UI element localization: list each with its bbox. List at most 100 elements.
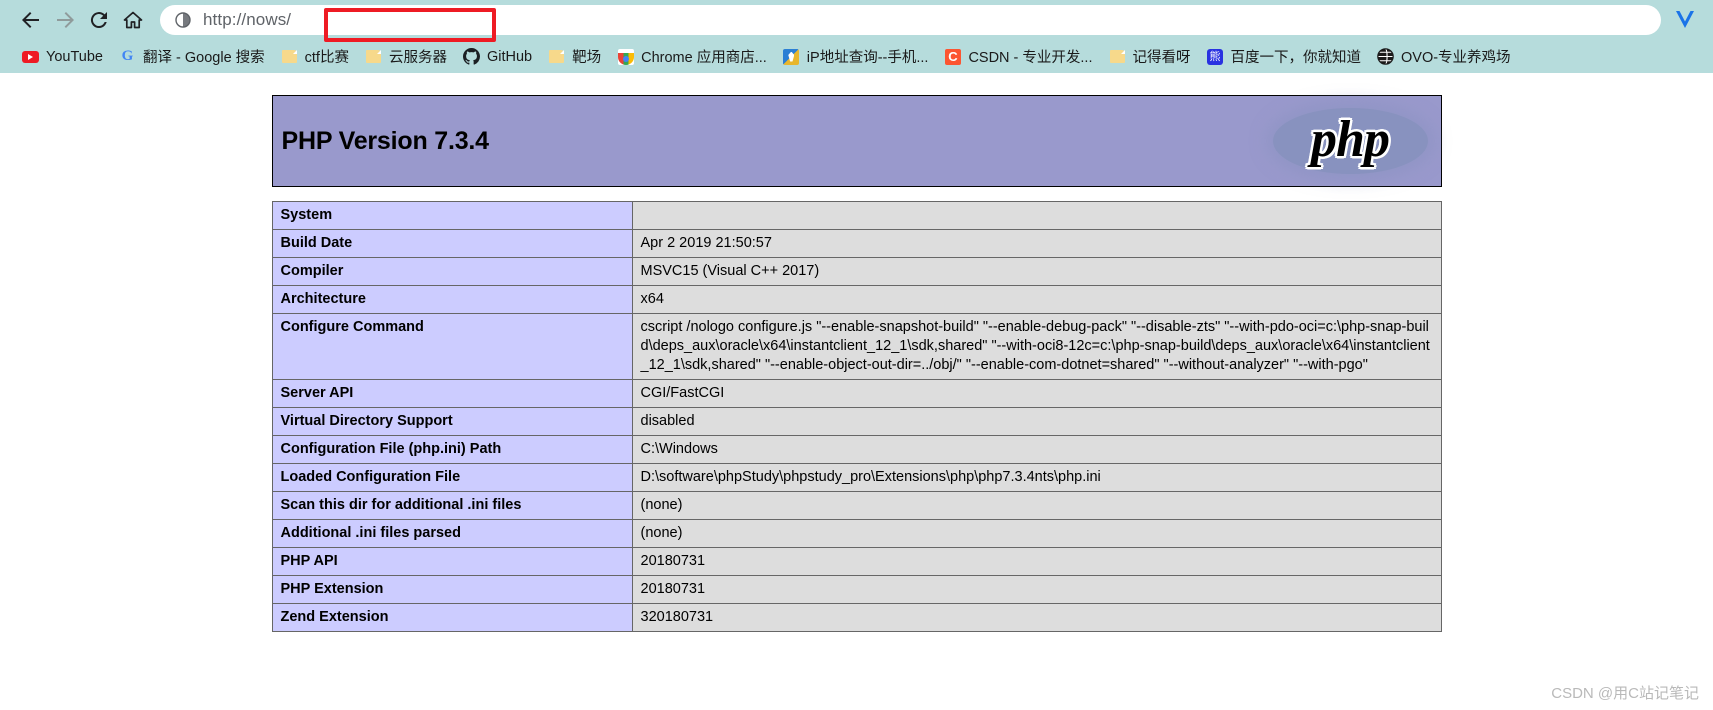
forward-arrow-icon	[57, 12, 74, 28]
row-key: PHP API	[271, 547, 633, 576]
bookmark-ctf[interactable]: ctf比赛	[273, 44, 357, 70]
row-key: System	[271, 201, 633, 230]
table-row: PHP Extension 20180731	[271, 575, 1442, 604]
home-icon	[123, 11, 143, 29]
page-info-icon[interactable]	[174, 12, 191, 29]
table-row: Loaded Configuration File D:\software\ph…	[271, 463, 1442, 492]
globe-icon	[1377, 48, 1394, 65]
bookmark-ovo[interactable]: OVO-专业养鸡场	[1369, 44, 1519, 70]
v-glyph-icon	[1676, 11, 1694, 28]
row-value: disabled	[631, 407, 1442, 436]
bookmark-baidu[interactable]: 熊 百度一下，你就知道	[1199, 44, 1370, 70]
github-icon	[462, 48, 480, 65]
row-key: Architecture	[271, 285, 633, 314]
table-row: Configuration File (php.ini) Path C:\Win…	[271, 435, 1442, 464]
php-logo: php	[1272, 100, 1428, 183]
row-key: Build Date	[271, 229, 633, 258]
page-viewport: PHP Version 7.3.4 php System Build Date …	[0, 73, 1713, 710]
bookmark-label: ctf比赛	[304, 50, 349, 66]
bookmark-csdn[interactable]: C CSDN - 专业开发...	[936, 44, 1100, 70]
row-value: MSVC15 (Visual C++ 2017)	[631, 257, 1442, 286]
row-key: Loaded Configuration File	[271, 463, 633, 492]
bookmark-label: iP地址查询--手机...	[806, 50, 929, 66]
row-key: Configuration File (php.ini) Path	[271, 435, 633, 464]
phpinfo-document: PHP Version 7.3.4 php System Build Date …	[271, 95, 1442, 632]
table-row: Build Date Apr 2 2019 21:50:57	[271, 229, 1442, 258]
table-row: Virtual Directory Support disabled	[271, 407, 1442, 436]
row-key: Additional .ini files parsed	[271, 519, 633, 548]
table-row: Server API CGI/FastCGI	[271, 379, 1442, 408]
github-glyph-icon	[462, 48, 480, 65]
bookmark-youtube[interactable]: YouTube	[14, 44, 111, 70]
forward-button[interactable]	[48, 3, 82, 37]
row-value: D:\software\phpStudy\phpstudy_pro\Extens…	[631, 463, 1442, 492]
bookmark-github[interactable]: GitHub	[455, 44, 540, 70]
row-value: (none)	[631, 519, 1442, 548]
row-value: 320180731	[631, 603, 1442, 632]
folder-icon	[1109, 48, 1126, 65]
address-bar[interactable]: http://nows/	[160, 5, 1661, 35]
google-icon: G	[121, 48, 134, 64]
row-value: x64	[631, 285, 1442, 314]
home-button[interactable]	[116, 3, 150, 37]
phpinfo-table-body: System Build Date Apr 2 2019 21:50:57 Co…	[271, 201, 1442, 632]
youtube-icon	[22, 48, 39, 65]
chrome-webstore-icon	[617, 48, 634, 65]
php-logo-text: php	[1311, 110, 1390, 168]
folder-icon	[365, 48, 382, 65]
row-key: PHP Extension	[271, 575, 633, 604]
bookmark-chrome-webstore[interactable]: Chrome 应用商店...	[609, 44, 775, 70]
bookmark-cloud-server[interactable]: 云服务器	[357, 44, 455, 70]
bookmarks-bar: YouTube G 翻译 - Google 搜索 ctf比赛 云服务器 GitH…	[0, 40, 1713, 73]
omnibox-container: http://nows/	[160, 5, 1661, 42]
bookmark-google-translate[interactable]: G 翻译 - Google 搜索	[111, 44, 273, 70]
phpinfo-header: PHP Version 7.3.4 php	[271, 95, 1442, 187]
vivaldi-v-icon[interactable]	[1671, 6, 1699, 34]
url-text: http://nows/	[203, 10, 292, 29]
table-row: Compiler MSVC15 (Visual C++ 2017)	[271, 257, 1442, 286]
row-key: Zend Extension	[271, 603, 633, 632]
row-value: 20180731	[631, 575, 1442, 604]
globe-glyph-icon	[1377, 48, 1394, 65]
row-value: (none)	[631, 491, 1442, 520]
bookmark-label: Chrome 应用商店...	[641, 50, 767, 66]
table-row: System	[271, 201, 1442, 230]
folder-icon	[548, 48, 565, 65]
php-version-title: PHP Version 7.3.4	[281, 126, 490, 155]
bookmark-remember[interactable]: 记得看呀	[1101, 44, 1199, 70]
row-value: CGI/FastCGI	[631, 379, 1442, 408]
bookmark-label: 靶场	[572, 50, 602, 66]
row-value: Apr 2 2019 21:50:57	[631, 229, 1442, 258]
bookmark-label: OVO-专业养鸡场	[1401, 50, 1511, 66]
row-value: 20180731	[631, 547, 1442, 576]
phpinfo-core-table: System Build Date Apr 2 2019 21:50:57 Co…	[271, 201, 1442, 632]
row-value	[631, 201, 1442, 230]
table-row: PHP API 20180731	[271, 547, 1442, 576]
bookmark-label: 记得看呀	[1132, 50, 1191, 66]
row-key: Scan this dir for additional .ini files	[271, 491, 633, 520]
row-key: Virtual Directory Support	[271, 407, 633, 436]
back-arrow-icon	[22, 12, 39, 28]
baidu-icon: 熊	[1207, 48, 1224, 65]
page-info-glyph-icon	[174, 12, 191, 28]
row-key: Configure Command	[271, 313, 633, 380]
csdn-watermark: CSDN @用C站记笔记	[1551, 685, 1699, 702]
table-row: Zend Extension 320180731	[271, 603, 1442, 632]
bookmark-ip-lookup[interactable]: iP地址查询--手机...	[775, 44, 937, 70]
table-row: Configure Command cscript /nologo config…	[271, 313, 1442, 380]
reload-button[interactable]	[82, 3, 116, 37]
table-row: Additional .ini files parsed (none)	[271, 519, 1442, 548]
back-button[interactable]	[14, 3, 48, 37]
row-value: C:\Windows	[631, 435, 1442, 464]
bookmark-range[interactable]: 靶场	[540, 44, 609, 70]
ip-lookup-icon	[783, 48, 800, 65]
bookmark-label: CSDN - 专业开发...	[968, 50, 1093, 66]
row-value: cscript /nologo configure.js "--enable-s…	[631, 313, 1442, 380]
bookmark-label: GitHub	[486, 48, 533, 65]
bookmark-label: 云服务器	[388, 50, 447, 66]
folder-icon	[281, 48, 298, 65]
reload-icon	[90, 12, 107, 29]
row-key: Compiler	[271, 257, 633, 286]
table-row: Architecture x64	[271, 285, 1442, 314]
csdn-icon: C	[944, 48, 961, 65]
